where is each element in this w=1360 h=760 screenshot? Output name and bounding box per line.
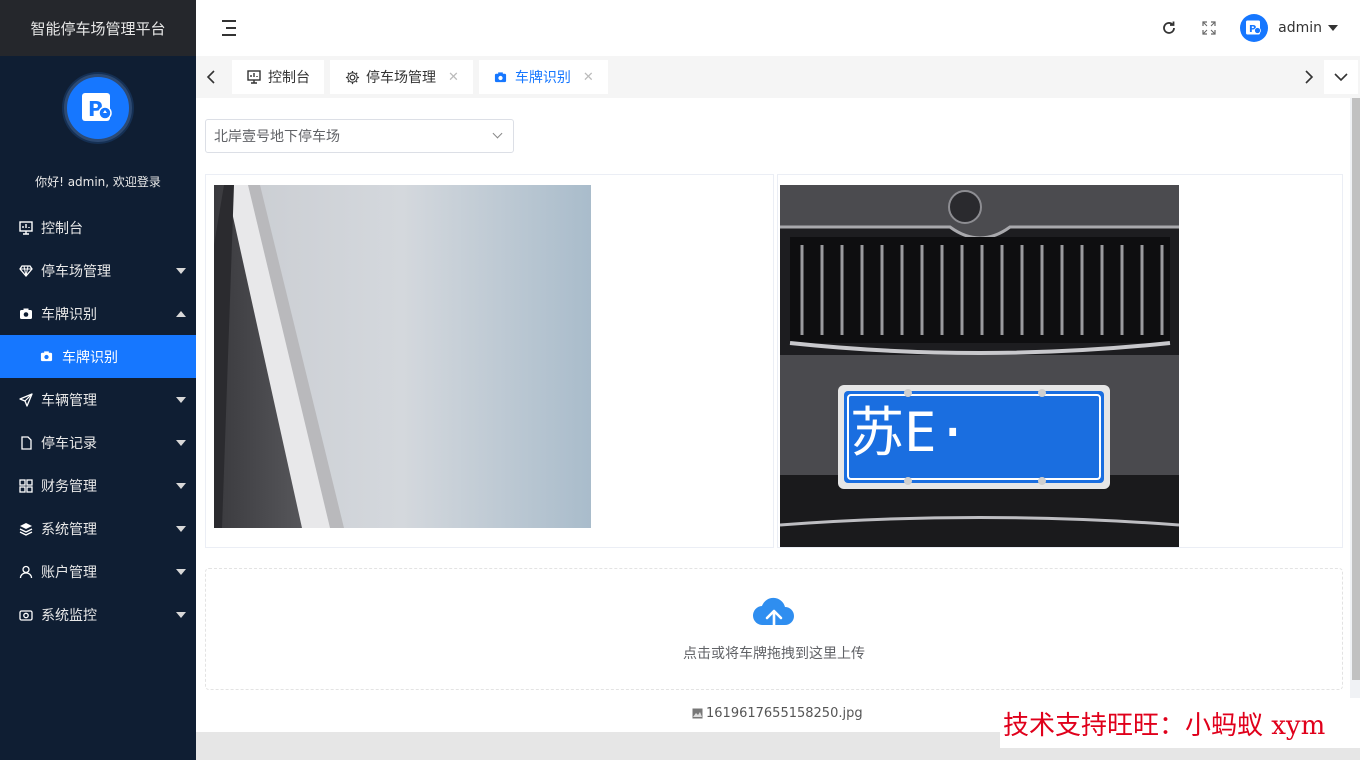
camera-icon	[18, 306, 34, 322]
image-file-icon	[692, 708, 703, 719]
plate-photo	[780, 185, 1179, 547]
app-title: 智能停车场管理平台	[0, 0, 196, 56]
cloud-upload-icon	[752, 597, 794, 635]
sidebar-item-label: 停车场管理	[41, 263, 111, 280]
tabs-scroll-left-button[interactable]	[196, 56, 226, 98]
send-icon	[18, 392, 34, 408]
sidebar-item-system-monitor[interactable]: 系统监控	[0, 593, 196, 636]
main-content: 北岸壹号地下停车场 苏E· 点击或将车牌拖拽到这里上传 161961765515…	[196, 98, 1350, 732]
sidebar-item-dashboard[interactable]: 控制台	[0, 206, 196, 249]
chevron-left-icon	[206, 70, 215, 84]
chevron-right-icon	[1305, 70, 1314, 84]
tab-dashboard[interactable]: 控制台	[232, 60, 324, 94]
uploaded-file-name: 1619617655158250.jpg	[706, 706, 863, 721]
top-header: P admin	[196, 0, 1360, 56]
sidebar-item-plate-recognition[interactable]: 车牌识别	[0, 292, 196, 335]
sidebar: 智能停车场管理平台 P 你好! admin, 欢迎登录 控制台 停车场管理 车牌…	[0, 0, 196, 760]
chevron-down-icon	[176, 439, 186, 446]
sidebar-item-vehicle-management[interactable]: 车辆管理	[0, 378, 196, 421]
sidebar-item-label: 财务管理	[41, 478, 97, 495]
tabs-scroll-right-button[interactable]	[1294, 56, 1324, 98]
tab-bar: 控制台 停车场管理 ✕ 车牌识别 ✕	[196, 56, 1360, 98]
sidebar-item-label: 车辆管理	[41, 392, 97, 409]
sidebar-item-label: 控制台	[41, 220, 83, 237]
close-icon[interactable]: ✕	[583, 70, 594, 85]
parking-logo-icon: P	[82, 93, 112, 121]
license-plate-text: 苏E· V	[850, 401, 970, 464]
upload-hint: 点击或将车牌拖拽到这里上传	[683, 646, 865, 662]
page-scrollbar[interactable]	[1352, 98, 1360, 680]
chevron-down-icon	[176, 267, 186, 274]
monitor-camera-icon	[18, 607, 34, 623]
user-avatar[interactable]: P	[1240, 14, 1269, 42]
sidebar-item-label: 车牌识别	[41, 306, 97, 323]
sidebar-item-label: 系统管理	[41, 521, 97, 538]
parking-lot-select[interactable]: 北岸壹号地下停车场	[205, 119, 514, 153]
gear-icon	[344, 69, 360, 85]
welcome-text: 你好! admin, 欢迎登录	[35, 175, 161, 189]
close-icon[interactable]: ✕	[448, 70, 459, 85]
sidebar-subitem-plate-recognition[interactable]: 车牌识别	[0, 335, 196, 378]
watermark-text: 技术支持旺旺：小蚂蚁 xym	[1000, 698, 1360, 748]
sidebar-item-finance[interactable]: 财务管理	[0, 464, 196, 507]
chevron-down-icon	[176, 568, 186, 575]
tab-label: 控制台	[268, 70, 310, 86]
camera-icon	[40, 350, 54, 364]
captured-photo	[214, 185, 591, 528]
avatar-wrap: P	[0, 56, 196, 160]
dashboard-icon	[18, 220, 34, 236]
grid-icon	[18, 478, 34, 494]
uploaded-file[interactable]: 1619617655158250.jpg	[692, 706, 863, 721]
camera-icon	[493, 69, 509, 85]
chevron-down-icon	[176, 611, 186, 618]
diamond-icon	[18, 263, 34, 279]
fullscreen-icon[interactable]	[1200, 19, 1218, 37]
tab-label: 车牌识别	[514, 70, 571, 86]
sidebar-item-label: 停车记录	[41, 435, 97, 452]
sidebar-item-system-management[interactable]: 系统管理	[0, 507, 196, 550]
plate-upload-dropzone[interactable]: 点击或将车牌拖拽到这里上传	[205, 568, 1343, 690]
plate-image-panel: 苏E· V	[777, 174, 1343, 548]
chevron-down-icon	[176, 396, 186, 403]
parking-lot-select-value: 北岸壹号地下停车场	[214, 129, 340, 145]
header-right: P admin	[1138, 14, 1338, 42]
sidebar-item-label: 账户管理	[41, 564, 97, 581]
chevron-up-icon	[176, 310, 186, 317]
sidebar-item-label: 系统监控	[41, 607, 97, 624]
user-name[interactable]: admin	[1278, 20, 1322, 36]
sidebar-menu: 控制台 停车场管理 车牌识别 车牌识别 车辆管理 停车记录 财务管理 系统管理 …	[0, 206, 196, 636]
chevron-down-icon	[1334, 73, 1348, 82]
tab-label: 停车场管理	[366, 70, 436, 86]
tab-parking-management[interactable]: 停车场管理 ✕	[330, 60, 473, 94]
monitor-icon	[246, 69, 262, 85]
parking-logo-icon: P	[1246, 20, 1261, 35]
tab-plate-recognition[interactable]: 车牌识别 ✕	[478, 60, 608, 94]
sidebar-item-account-management[interactable]: 账户管理	[0, 550, 196, 593]
refresh-icon[interactable]	[1160, 19, 1178, 37]
captured-image-panel	[205, 174, 774, 548]
chevron-down-icon	[492, 128, 503, 139]
tabs-right-controls	[1294, 56, 1360, 98]
tabs-menu-button[interactable]	[1324, 60, 1358, 94]
sidebar-subitem-label: 车牌识别	[62, 349, 118, 366]
sidebar-item-parking-management[interactable]: 停车场管理	[0, 249, 196, 292]
layers-icon	[18, 521, 34, 537]
chevron-down-icon	[176, 482, 186, 489]
avatar[interactable]: P	[64, 74, 132, 142]
chevron-down-icon	[176, 525, 186, 532]
document-icon	[18, 435, 34, 451]
chevron-down-icon[interactable]	[1328, 25, 1338, 31]
hamburger-icon[interactable]	[218, 20, 236, 36]
sidebar-item-parking-records[interactable]: 停车记录	[0, 421, 196, 464]
user-icon	[18, 564, 34, 580]
